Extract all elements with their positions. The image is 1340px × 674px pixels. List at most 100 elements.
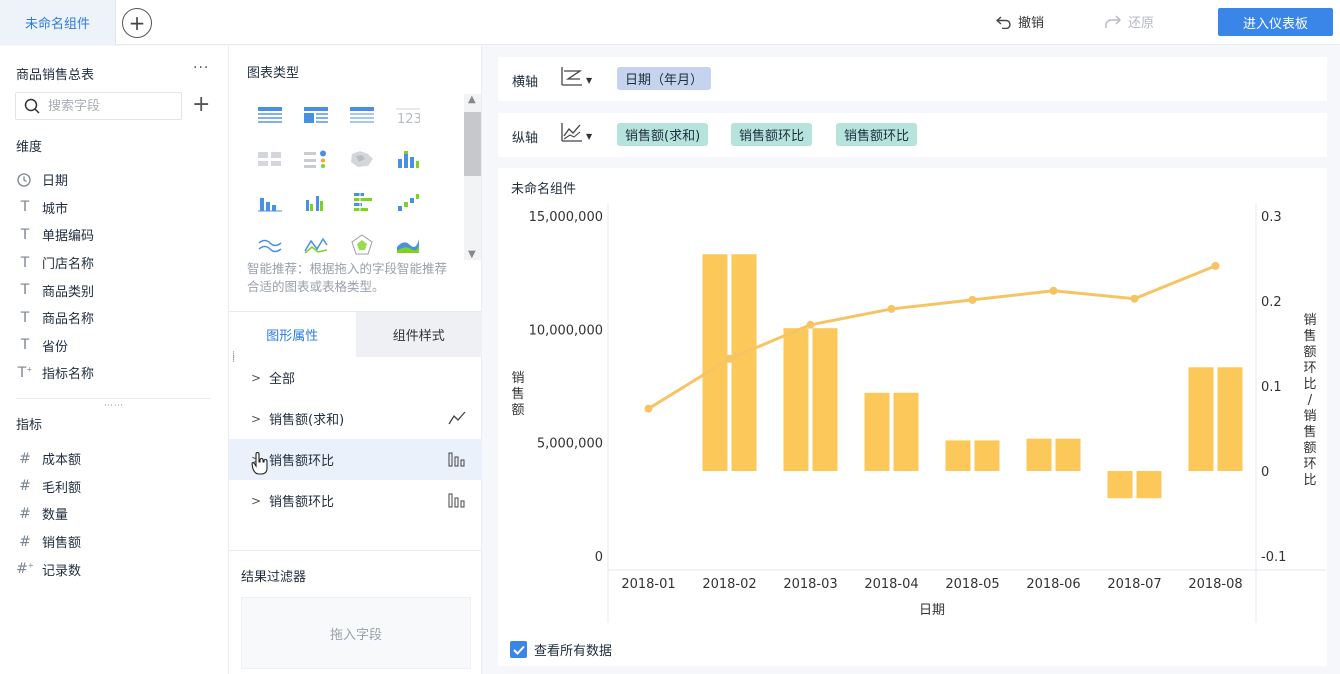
y-left-axis-title-char: 销 — [511, 371, 524, 386]
checkbox-checked-icon[interactable] — [510, 641, 527, 658]
x-tick-label: 2018-02 — [702, 577, 756, 592]
y-field-pill-sales-mom-2[interactable]: 销售额环比 — [836, 123, 918, 146]
dimension-item-category[interactable]: T 商品类别 — [16, 276, 216, 304]
waterfall-chart-icon[interactable] — [385, 180, 431, 223]
filter-divider — [229, 550, 482, 551]
add-tab-icon[interactable]: + — [122, 8, 152, 38]
tab-graphic-properties[interactable]: 图形属性 — [229, 312, 356, 357]
line-point — [968, 295, 977, 304]
scroll-thumb[interactable] — [464, 112, 481, 176]
column-chart-icon[interactable] — [247, 180, 293, 223]
top-bar: 未命名组件 + 撤销 还原 进入仪表板 — [0, 0, 1340, 45]
show-all-data-label: 查看所有数据 — [534, 644, 613, 659]
y-left-tick-label: 10,000,000 — [529, 323, 603, 338]
search-field-box[interactable] — [15, 92, 182, 120]
map-chart-icon[interactable] — [339, 137, 385, 180]
y-axis-row: 纵轴 ▼ 销售额(求和) 销售额环比 销售额环比 — [498, 113, 1327, 157]
number-icon: # — [19, 478, 31, 495]
tab-unnamed-component[interactable]: 未命名组件 — [0, 0, 116, 45]
table-chart-icon[interactable] — [247, 94, 293, 137]
result-filter-title: 结果过滤器 — [241, 570, 307, 585]
y-field-pill-sales-mom-1[interactable]: 销售额环比 — [731, 123, 813, 146]
chevron-down-icon[interactable]: ▼ — [468, 249, 476, 260]
measure-label: 成本额 — [42, 453, 82, 469]
x-field-pill-date[interactable]: 日期（年月） — [617, 67, 712, 90]
y-right-axis-title-char: 比 — [1303, 377, 1316, 392]
bar — [731, 254, 757, 471]
cross-table-icon[interactable] — [339, 94, 385, 137]
kpi-card-icon[interactable] — [247, 137, 293, 180]
measure-item-quantity[interactable]: # 数量 — [16, 500, 216, 528]
measure-item-gross-profit[interactable]: # 毛利额 — [16, 473, 216, 501]
bar — [893, 392, 919, 471]
undo-icon — [996, 15, 1011, 29]
y-left-axis-title-char: 售 — [511, 386, 524, 402]
x-tick-label: 2018-01 — [621, 577, 675, 592]
group-table-icon[interactable] — [293, 94, 339, 137]
more-icon[interactable]: ··· — [193, 60, 209, 76]
measure-label: 销售额 — [42, 536, 82, 552]
line-point — [725, 354, 734, 363]
stacked-column-icon[interactable] — [385, 137, 431, 180]
bar-chart-icon[interactable] — [448, 492, 466, 508]
enter-dashboard-button[interactable]: 进入仪表板 — [1218, 8, 1333, 36]
text-type-icon: T — [20, 309, 30, 326]
x-tick-label: 2018-04 — [864, 577, 918, 592]
dimension-label: 省份 — [42, 339, 69, 355]
x-axis-chart-type-dropdown[interactable]: ▼ — [560, 65, 592, 87]
y-right-axis-title-char: / — [1308, 393, 1313, 408]
smart-recommend-hint: 智能推荐：根据拖入的字段智能推荐合适的图表或表格类型。 — [247, 261, 448, 294]
grouped-column-icon[interactable] — [293, 180, 339, 223]
bar-chart-icon[interactable] — [448, 451, 466, 467]
dot-table-icon[interactable] — [293, 137, 339, 180]
property-row-all[interactable]: > 全部 — [229, 357, 482, 398]
chart-config-panel: 图表类型 123 ▲ ▼ 智能推荐：根据拖入的字段智能推荐合适的图表或表格类型。… — [229, 46, 482, 674]
dimension-item-metric-name[interactable]: T+ 指标名称 — [16, 359, 216, 387]
x-axis-title: 日期 — [919, 603, 945, 618]
text-type-icon: T — [20, 254, 30, 271]
field-panel: 商品销售总表 ··· + 维度 日期 T 城市 T 单据编码 T 门店名称 T … — [0, 46, 229, 674]
y-right-axis-title-char: 比 — [1303, 473, 1316, 488]
bar — [783, 328, 809, 471]
x-tick-label: 2018-03 — [783, 577, 837, 592]
dimension-label: 城市 — [42, 201, 69, 217]
measure-item-record-count[interactable]: #+ 记录数 — [16, 555, 216, 583]
number-icon: # — [19, 505, 31, 522]
drag-handle-icon[interactable]: ⋯⋯ — [104, 401, 124, 411]
dimension-item-date[interactable]: 日期 — [16, 166, 216, 194]
undo-button[interactable]: 撤销 — [996, 12, 1044, 31]
y-right-tick-label: 0.2 — [1261, 295, 1282, 310]
filter-drop-zone[interactable]: 拖入字段 — [241, 597, 471, 669]
measure-item-cost[interactable]: # 成本额 — [16, 445, 216, 473]
add-field-icon[interactable]: + — [192, 94, 210, 116]
property-row-sales-sum[interactable]: > 销售额(求和) — [229, 398, 482, 439]
search-input[interactable] — [48, 98, 168, 114]
y-right-tick-label: 0.3 — [1261, 210, 1282, 225]
dimension-list: 日期 T 城市 T 单据编码 T 门店名称 T 商品类别 T 商品名称 T 省份… — [16, 166, 216, 387]
dimension-item-doc-code[interactable]: T 单据编码 — [16, 221, 216, 249]
show-all-data-toggle[interactable]: 查看所有数据 — [510, 640, 612, 659]
dimension-item-product-name[interactable]: T 商品名称 — [16, 304, 216, 332]
dimension-item-store-name[interactable]: T 门店名称 — [16, 249, 216, 277]
text-type-icon: T+ — [17, 364, 33, 381]
measure-label: 毛利额 — [42, 480, 82, 496]
y-field-pill-sales-sum[interactable]: 销售额(求和) — [617, 123, 709, 146]
dimension-item-province[interactable]: T 省份 — [16, 332, 216, 360]
property-row-sales-mom-2[interactable]: > 销售额环比 — [229, 480, 482, 521]
bar — [1055, 438, 1081, 471]
chevron-up-icon[interactable]: ▲ — [468, 94, 476, 105]
tab-component-style[interactable]: 组件样式 — [355, 312, 482, 357]
bar-chart-horizontal-icon[interactable] — [339, 180, 385, 223]
dimension-item-city[interactable]: T 城市 — [16, 194, 216, 222]
y-axis-chart-type-dropdown[interactable]: ▼ — [560, 121, 592, 143]
redo-icon — [1105, 15, 1121, 28]
hand-cursor-icon — [251, 452, 268, 475]
chart-type-scrollbar[interactable]: ▲ ▼ — [464, 94, 481, 260]
dimension-label: 商品名称 — [42, 312, 95, 328]
line-chart-icon[interactable] — [448, 410, 466, 426]
redo-button[interactable]: 还原 — [1104, 12, 1154, 31]
measure-label: 记录数 — [42, 563, 82, 579]
svg-text:123: 123 — [397, 112, 420, 125]
number-card-icon[interactable]: 123 — [385, 94, 431, 137]
measure-item-sales[interactable]: # 销售额 — [16, 528, 216, 556]
